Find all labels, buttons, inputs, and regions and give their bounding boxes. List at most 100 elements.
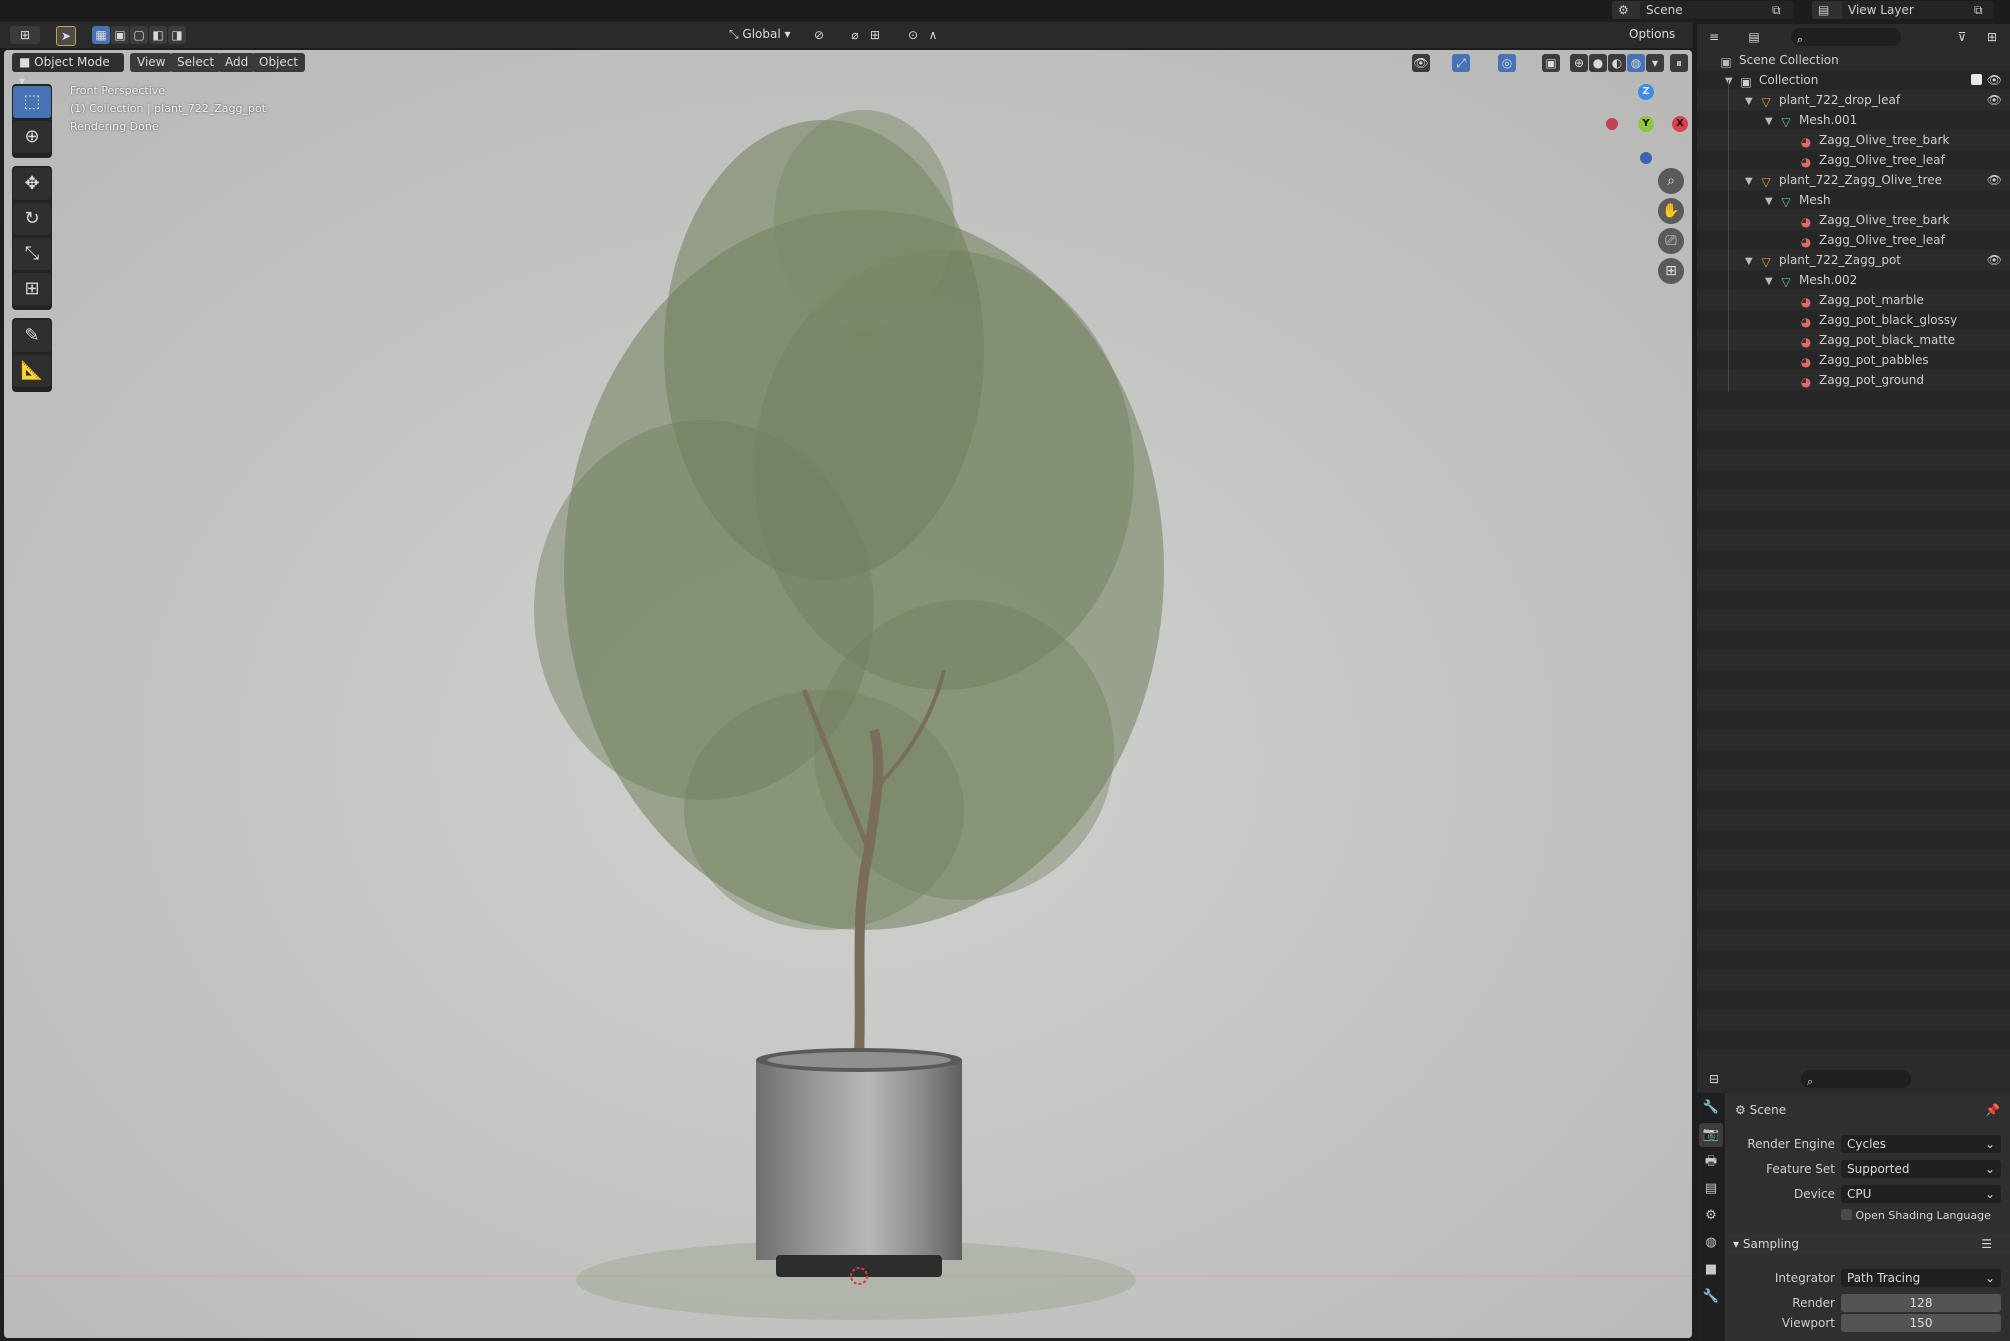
x-axis-handle[interactable]: X — [1672, 116, 1688, 132]
filter-icon[interactable]: ⊽ — [1953, 28, 1971, 46]
outliner-row[interactable]: ▼ ▽ Mesh.002 — [1697, 270, 2010, 290]
pause-render-icon[interactable]: ⏸ — [1670, 54, 1688, 72]
modifier-tab-icon[interactable]: 🔧 — [1699, 1285, 1723, 1309]
sampling-panel-header[interactable]: ▾ Sampling ☰ — [1725, 1233, 2010, 1255]
world-tab-icon[interactable]: ◍ — [1699, 1231, 1723, 1255]
gizmo-toggle-icon[interactable]: ⤢ — [1452, 54, 1470, 72]
feature-set-dropdown[interactable]: Supported ⌄ — [1841, 1160, 2001, 1178]
select-mode-intersect-icon[interactable]: ◨ — [168, 26, 186, 44]
zoom-icon[interactable]: ⌕ — [1658, 168, 1684, 194]
presets-list-icon[interactable]: ☰ — [1981, 1233, 1992, 1255]
outliner-row[interactable]: ◕ Zagg_pot_ground — [1697, 370, 2010, 390]
outliner-search-input[interactable]: ⌕ — [1791, 28, 1901, 46]
outliner-row[interactable]: ▼ ▽ plant_722_Zagg_Olive_tree 👁 — [1697, 170, 2010, 190]
outliner-row[interactable]: ◕ Zagg_Olive_tree_bark — [1697, 210, 2010, 230]
outliner-row[interactable]: ▼ ▽ plant_722_Zagg_pot 👁 — [1697, 250, 2010, 270]
menu-view[interactable]: View — [130, 53, 173, 72]
select-box-tool-icon[interactable]: ⬚ — [13, 86, 51, 118]
display-mode-icon[interactable]: ▤ — [1745, 28, 1763, 46]
outliner-row[interactable]: ◕ Zagg_pot_marble — [1697, 290, 2010, 310]
select-mode-invert-icon[interactable]: ◧ — [149, 26, 167, 44]
outliner-row[interactable]: ◕ Zagg_pot_black_matte — [1697, 330, 2010, 350]
move-tool-icon[interactable]: ✥ — [13, 168, 51, 200]
xray-toggle-icon[interactable]: ▣ — [1542, 54, 1560, 72]
expand-arrow-icon[interactable]: ▼ — [1765, 192, 1779, 212]
tool-tab-icon[interactable]: 🔧 — [1699, 1096, 1723, 1120]
visibility-eye-icon[interactable]: 👁 — [1987, 90, 2002, 110]
new-scene-icon[interactable]: ⧉ — [1766, 1, 1794, 19]
properties-search-input[interactable]: ⌕ — [1801, 1070, 1911, 1088]
scale-tool-icon[interactable]: ⤡ — [13, 238, 51, 270]
expand-arrow-icon[interactable]: ▼ — [1745, 252, 1759, 272]
pan-hand-icon[interactable]: ✋ — [1658, 198, 1684, 224]
annotate-tool-icon[interactable]: ✎ — [13, 320, 51, 352]
menu-object[interactable]: Object — [252, 53, 306, 72]
scene-tab-icon[interactable]: ⚙ — [1699, 1204, 1723, 1228]
osl-checkbox-row[interactable]: Open Shading Language — [1841, 1209, 1991, 1222]
render-engine-dropdown[interactable]: Cycles ⌄ — [1841, 1135, 2001, 1153]
outliner-row[interactable]: ▼▣Collection👁 — [1697, 70, 2010, 90]
rendered-shading-icon[interactable]: ◍ — [1627, 54, 1645, 72]
menu-select[interactable]: Select — [170, 53, 222, 72]
outliner[interactable]: ▣Scene Collection▼▣Collection👁▼▽plant_72… — [1697, 50, 2010, 1065]
mode-dropdown[interactable]: ■ Object Mode ▾ — [12, 53, 124, 88]
measure-tool-icon[interactable]: 📐 — [13, 355, 51, 387]
integrator-dropdown[interactable]: Path Tracing ⌄ — [1841, 1269, 2001, 1287]
z-axis-handle[interactable]: Z — [1638, 84, 1654, 100]
select-tool-icon[interactable]: ➤ — [56, 26, 76, 46]
select-mode-subtract-icon[interactable]: ▢ — [130, 26, 148, 44]
outliner-row[interactable]: ◕ Zagg_Olive_tree_bark — [1697, 130, 2010, 150]
object-tab-icon[interactable]: ■ — [1699, 1258, 1723, 1282]
new-view-layer-icon[interactable]: ⧉ — [1968, 1, 1994, 19]
visibility-eye-icon[interactable]: 👁 — [1987, 170, 2002, 190]
pivot-point-icon[interactable]: ⊘ — [810, 26, 828, 44]
camera-view-icon[interactable]: ⎚ — [1658, 228, 1684, 254]
rotate-tool-icon[interactable]: ↻ — [13, 203, 51, 235]
material-preview-icon[interactable]: ◐ — [1608, 54, 1626, 72]
3d-viewport[interactable]: Front Perspective (1) Collection | plant… — [4, 50, 1692, 1338]
output-tab-icon[interactable]: 🖶 — [1699, 1150, 1723, 1174]
viewport-samples-field[interactable]: 150 — [1841, 1314, 2001, 1332]
expand-arrow-icon[interactable]: ▼ — [1745, 92, 1759, 112]
outliner-row[interactable]: ▼ ▽ Mesh — [1697, 190, 2010, 210]
outliner-row[interactable]: ◕ Zagg_pot_black_glossy — [1697, 310, 2010, 330]
outliner-row[interactable]: ▣ Scene Collection — [1697, 50, 2010, 70]
wireframe-shading-icon[interactable]: ⊕ — [1570, 54, 1588, 72]
render-tab-icon[interactable]: 📷 — [1699, 1123, 1723, 1147]
render-samples-field[interactable]: 128 — [1841, 1294, 2001, 1312]
navigation-gizmo[interactable]: Z Y X — [1594, 84, 1688, 174]
y-axis-handle[interactable]: Y — [1638, 116, 1654, 132]
menu-add[interactable]: Add — [218, 53, 256, 72]
visibility-eye-icon[interactable]: 👁 — [1987, 250, 2002, 270]
outliner-row[interactable]: ▼ ▽ Mesh.001 — [1697, 110, 2010, 130]
proportional-edit-icon[interactable]: ⊙ — [904, 26, 922, 44]
neg-z-axis-handle[interactable] — [1640, 152, 1652, 164]
expand-arrow-icon[interactable]: ▼ — [1765, 272, 1779, 292]
transform-orientation-dropdown[interactable]: ⤡ Global ▾ — [722, 25, 802, 44]
view-layer-tab-icon[interactable]: ▤ — [1699, 1177, 1723, 1201]
outliner-row[interactable]: ▼ ▽ plant_722_drop_leaf 👁 — [1697, 90, 2010, 110]
neg-x-axis-handle[interactable] — [1606, 118, 1618, 130]
select-mode-new-icon[interactable]: ▦ — [92, 26, 110, 44]
solid-shading-icon[interactable]: ● — [1589, 54, 1607, 72]
falloff-icon[interactable]: ∧ — [924, 26, 942, 44]
device-dropdown[interactable]: CPU ⌄ — [1841, 1185, 2001, 1203]
cursor-tool-icon[interactable]: ⊕ — [13, 121, 51, 153]
osl-checkbox[interactable] — [1841, 1209, 1852, 1220]
snap-icon[interactable]: ⌀ — [846, 26, 864, 44]
options-dropdown[interactable]: Options ▾ — [1622, 25, 1686, 60]
pin-icon[interactable]: 📌 — [1985, 1103, 2000, 1117]
outliner-row[interactable]: ◕ Zagg_pot_pabbles — [1697, 350, 2010, 370]
transform-tool-icon[interactable]: ⊞ — [13, 273, 51, 305]
outliner-row[interactable]: ◕ Zagg_Olive_tree_leaf — [1697, 230, 2010, 250]
shading-options-icon[interactable]: ▾ — [1646, 54, 1664, 72]
visibility-eye-icon[interactable]: 👁 — [1987, 70, 2002, 90]
outliner-row[interactable]: ◕ Zagg_Olive_tree_leaf — [1697, 150, 2010, 170]
overlays-toggle-icon[interactable]: ◎ — [1498, 54, 1516, 72]
outliner-editor-type-icon[interactable]: ≡ — [1705, 28, 1723, 46]
editor-type-icon[interactable]: ⊞ — [10, 26, 40, 44]
view-layer-selector[interactable]: ▤ — [1812, 1, 1844, 19]
properties-editor-type-icon[interactable]: ⊟ — [1705, 1070, 1723, 1088]
scene-name-field[interactable]: Scene — [1640, 1, 1772, 19]
visibility-selectability-icon[interactable]: 👁 — [1412, 54, 1430, 72]
